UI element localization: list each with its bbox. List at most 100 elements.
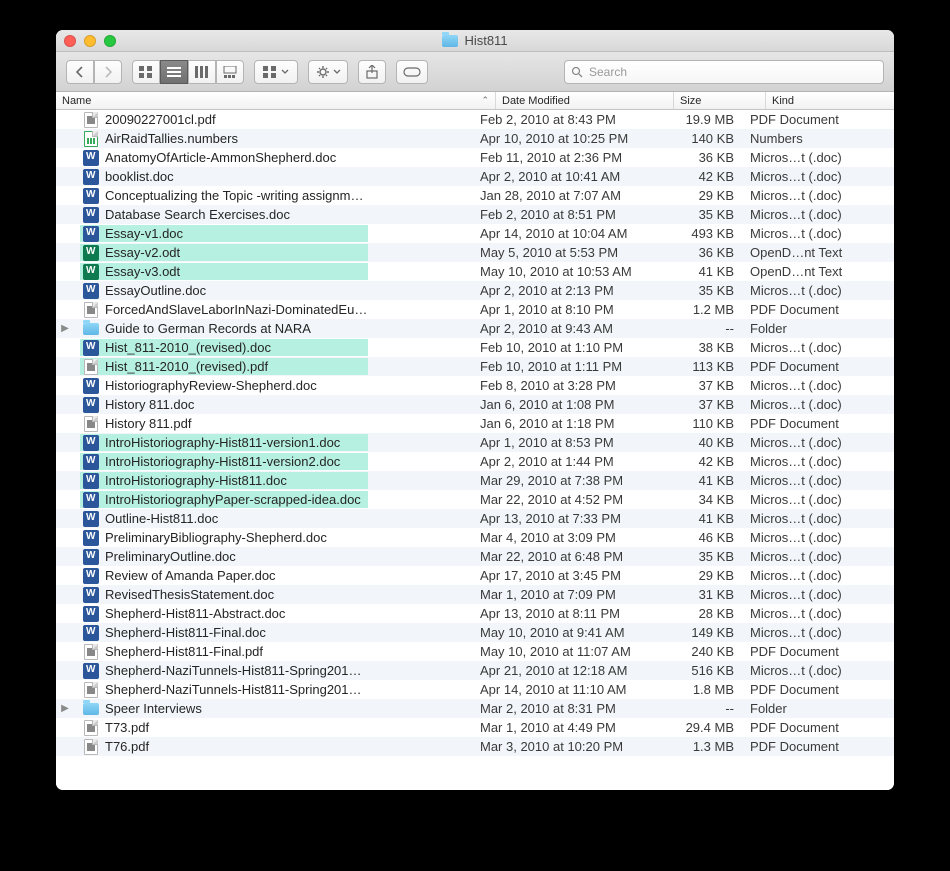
name-cell[interactable]: RevisedThesisStatement.doc: [74, 585, 474, 604]
name-cell[interactable]: History 811.doc: [74, 395, 474, 414]
name-cell[interactable]: HistoriographyReview-Shepherd.doc: [74, 376, 474, 395]
table-row[interactable]: Shepherd-NaziTunnels-Hist811-Spring2010.…: [56, 661, 894, 680]
file-name: IntroHistoriographyPaper-scrapped-idea.d…: [102, 492, 368, 507]
table-row[interactable]: booklist.docApr 2, 2010 at 10:41 AM42 KB…: [56, 167, 894, 186]
name-cell[interactable]: 20090227001cl.pdf: [74, 110, 474, 129]
file-listing[interactable]: 20090227001cl.pdfFeb 2, 2010 at 8:43 PM1…: [56, 110, 894, 790]
name-cell[interactable]: Shepherd-NaziTunnels-Hist811-Spring2010.…: [74, 661, 474, 680]
name-cell[interactable]: Shepherd-Hist811-Abstract.doc: [74, 604, 474, 623]
name-cell[interactable]: Outline-Hist811.doc: [74, 509, 474, 528]
pdf-file-icon: [84, 682, 98, 698]
file-size: --: [652, 701, 744, 716]
name-cell[interactable]: Database Search Exercises.doc: [74, 205, 474, 224]
name-cell[interactable]: EssayOutline.doc: [74, 281, 474, 300]
table-row[interactable]: History 811.docJan 6, 2010 at 1:08 PM37 …: [56, 395, 894, 414]
table-row[interactable]: T73.pdfMar 1, 2010 at 4:49 PM29.4 MBPDF …: [56, 718, 894, 737]
name-cell[interactable]: Shepherd-NaziTunnels-Hist811-Spring2010.…: [74, 680, 474, 699]
table-row[interactable]: Essay-v3.odtMay 10, 2010 at 10:53 AM41 K…: [56, 262, 894, 281]
view-list-button[interactable]: [160, 60, 188, 84]
table-row[interactable]: 20090227001cl.pdfFeb 2, 2010 at 8:43 PM1…: [56, 110, 894, 129]
name-cell[interactable]: Conceptualizing the Topic -writing assig…: [74, 186, 474, 205]
name-cell[interactable]: History 811.pdf: [74, 414, 474, 433]
name-cell[interactable]: T76.pdf: [74, 737, 474, 756]
file-name: Hist_811-2010_(revised).pdf: [102, 359, 368, 374]
view-icon-button[interactable]: [132, 60, 160, 84]
table-row[interactable]: Essay-v2.odtMay 5, 2010 at 5:53 PM36 KBO…: [56, 243, 894, 262]
name-cell[interactable]: IntroHistoriographyPaper-scrapped-idea.d…: [74, 490, 474, 509]
name-cell[interactable]: T73.pdf: [74, 718, 474, 737]
table-row[interactable]: HistoriographyReview-Shepherd.docFeb 8, …: [56, 376, 894, 395]
table-row[interactable]: RevisedThesisStatement.docMar 1, 2010 at…: [56, 585, 894, 604]
table-row[interactable]: Shepherd-Hist811-Final.pdfMay 10, 2010 a…: [56, 642, 894, 661]
name-cell[interactable]: ForcedAndSlaveLaborInNazi-DominatedEurop…: [74, 300, 474, 319]
share-button[interactable]: [358, 60, 386, 84]
name-cell[interactable]: PreliminaryOutline.doc: [74, 547, 474, 566]
view-gallery-button[interactable]: [216, 60, 244, 84]
tags-button[interactable]: [396, 60, 428, 84]
minimize-icon[interactable]: [84, 35, 96, 47]
disclosure-triangle[interactable]: ▶: [56, 323, 74, 334]
header-name[interactable]: Name ⌃: [56, 92, 496, 109]
header-size[interactable]: Size: [674, 92, 766, 109]
view-column-button[interactable]: [188, 60, 216, 84]
table-row[interactable]: Shepherd-Hist811-Final.docMay 10, 2010 a…: [56, 623, 894, 642]
arrange-button[interactable]: [254, 60, 298, 84]
table-row[interactable]: Review of Amanda Paper.docApr 17, 2010 a…: [56, 566, 894, 585]
table-row[interactable]: IntroHistoriography-Hist811.docMar 29, 2…: [56, 471, 894, 490]
table-row[interactable]: AnatomyOfArticle-AmmonShepherd.docFeb 11…: [56, 148, 894, 167]
table-row[interactable]: PreliminaryBibliography-Shepherd.docMar …: [56, 528, 894, 547]
word-doc-icon: [83, 378, 99, 394]
action-button[interactable]: [308, 60, 348, 84]
name-cell[interactable]: Shepherd-Hist811-Final.doc: [74, 623, 474, 642]
table-row[interactable]: Essay-v1.docApr 14, 2010 at 10:04 AM493 …: [56, 224, 894, 243]
name-cell[interactable]: Hist_811-2010_(revised).pdf: [74, 357, 474, 376]
search-field[interactable]: [564, 60, 884, 84]
search-input[interactable]: [589, 65, 877, 79]
name-cell[interactable]: Review of Amanda Paper.doc: [74, 566, 474, 585]
table-row[interactable]: Shepherd-Hist811-Abstract.docApr 13, 201…: [56, 604, 894, 623]
table-row[interactable]: ▶Guide to German Records at NARAApr 2, 2…: [56, 319, 894, 338]
table-row[interactable]: Hist_811-2010_(revised).docFeb 10, 2010 …: [56, 338, 894, 357]
name-cell[interactable]: Guide to German Records at NARA: [74, 319, 474, 338]
table-row[interactable]: IntroHistoriography-Hist811-version1.doc…: [56, 433, 894, 452]
table-row[interactable]: Outline-Hist811.docApr 13, 2010 at 7:33 …: [56, 509, 894, 528]
word-doc-icon: [83, 530, 99, 546]
file-kind: Numbers: [744, 131, 894, 146]
name-cell[interactable]: Hist_811-2010_(revised).doc: [74, 338, 474, 357]
disclosure-triangle[interactable]: ▶: [56, 703, 74, 714]
name-cell[interactable]: AnatomyOfArticle-AmmonShepherd.doc: [74, 148, 474, 167]
table-row[interactable]: Shepherd-NaziTunnels-Hist811-Spring2010.…: [56, 680, 894, 699]
table-row[interactable]: Hist_811-2010_(revised).pdfFeb 10, 2010 …: [56, 357, 894, 376]
name-cell[interactable]: Speer Interviews: [74, 699, 474, 718]
file-kind: Micros…t (.doc): [744, 511, 894, 526]
name-cell[interactable]: Essay-v3.odt: [74, 262, 474, 281]
back-button[interactable]: [66, 60, 94, 84]
table-row[interactable]: ForcedAndSlaveLaborInNazi-DominatedEurop…: [56, 300, 894, 319]
table-row[interactable]: Database Search Exercises.docFeb 2, 2010…: [56, 205, 894, 224]
table-row[interactable]: IntroHistoriography-Hist811-version2.doc…: [56, 452, 894, 471]
table-row[interactable]: EssayOutline.docApr 2, 2010 at 2:13 PM35…: [56, 281, 894, 300]
forward-button[interactable]: [94, 60, 122, 84]
table-row[interactable]: History 811.pdfJan 6, 2010 at 1:18 PM110…: [56, 414, 894, 433]
table-row[interactable]: ▶Speer InterviewsMar 2, 2010 at 8:31 PM-…: [56, 699, 894, 718]
close-icon[interactable]: [64, 35, 76, 47]
date-modified: Apr 2, 2010 at 9:43 AM: [474, 321, 652, 336]
table-row[interactable]: PreliminaryOutline.docMar 22, 2010 at 6:…: [56, 547, 894, 566]
name-cell[interactable]: Essay-v2.odt: [74, 243, 474, 262]
name-cell[interactable]: Shepherd-Hist811-Final.pdf: [74, 642, 474, 661]
name-cell[interactable]: booklist.doc: [74, 167, 474, 186]
pdf-file-icon: [84, 720, 98, 736]
zoom-icon[interactable]: [104, 35, 116, 47]
name-cell[interactable]: Essay-v1.doc: [74, 224, 474, 243]
name-cell[interactable]: PreliminaryBibliography-Shepherd.doc: [74, 528, 474, 547]
header-date[interactable]: Date Modified: [496, 92, 674, 109]
name-cell[interactable]: IntroHistoriography-Hist811-version1.doc: [74, 433, 474, 452]
table-row[interactable]: IntroHistoriographyPaper-scrapped-idea.d…: [56, 490, 894, 509]
name-cell[interactable]: AirRaidTallies.numbers: [74, 129, 474, 148]
table-row[interactable]: Conceptualizing the Topic -writing assig…: [56, 186, 894, 205]
table-row[interactable]: T76.pdfMar 3, 2010 at 10:20 PM1.3 MBPDF …: [56, 737, 894, 756]
table-row[interactable]: AirRaidTallies.numbersApr 10, 2010 at 10…: [56, 129, 894, 148]
name-cell[interactable]: IntroHistoriography-Hist811.doc: [74, 471, 474, 490]
header-kind[interactable]: Kind: [766, 92, 894, 109]
name-cell[interactable]: IntroHistoriography-Hist811-version2.doc: [74, 452, 474, 471]
